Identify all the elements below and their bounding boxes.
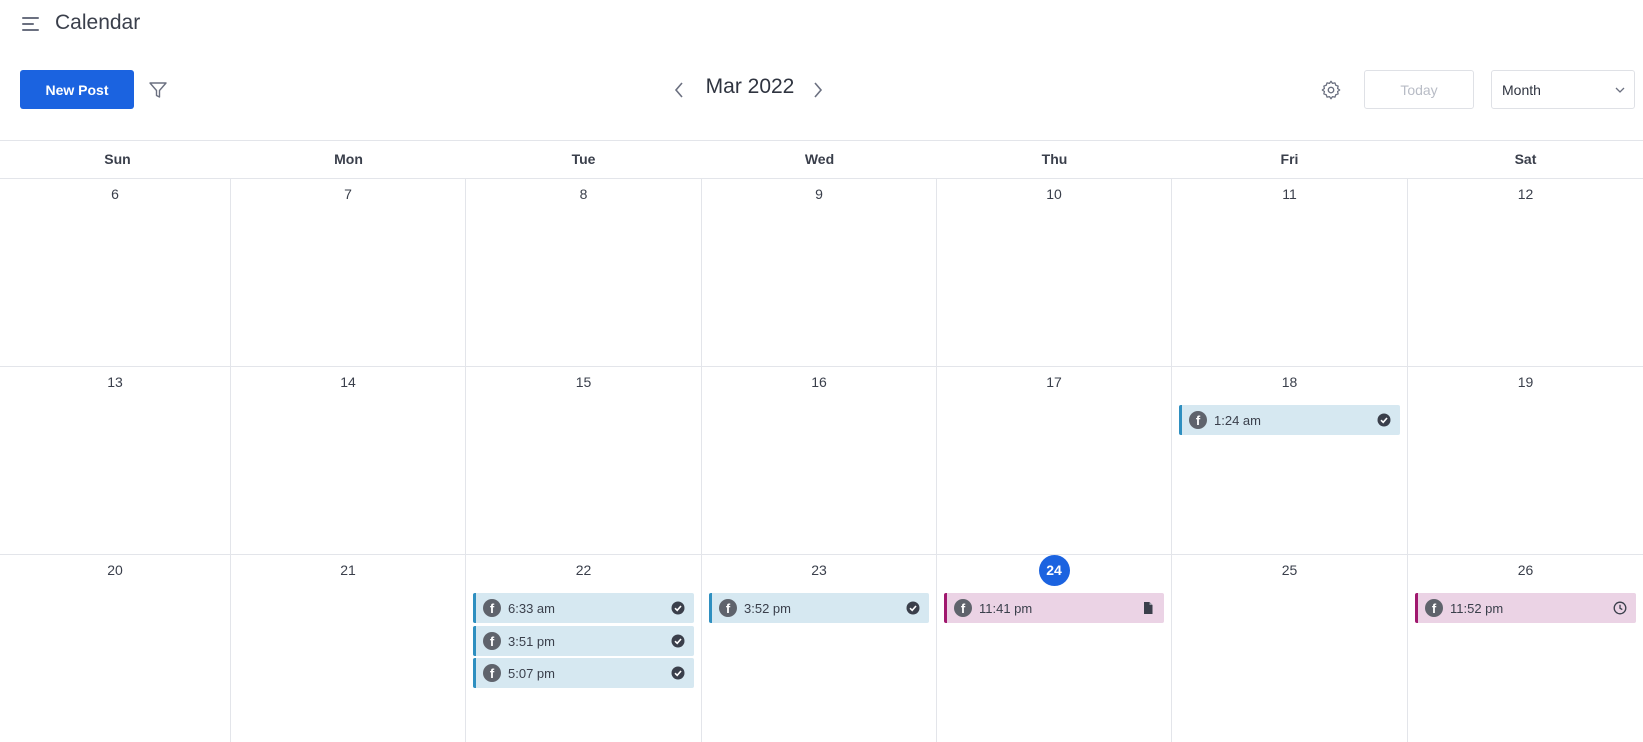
facebook-icon: f bbox=[483, 599, 501, 617]
day-cell[interactable]: 10 bbox=[937, 179, 1172, 366]
post-event[interactable]: f 6:33 am bbox=[473, 593, 694, 623]
today-badge: 24 bbox=[1038, 555, 1070, 586]
menu-icon[interactable] bbox=[22, 16, 40, 32]
weekday-label: Thu bbox=[1041, 151, 1068, 167]
post-event[interactable]: f 3:51 pm bbox=[473, 625, 694, 656]
published-check-icon bbox=[671, 666, 685, 680]
day-cell[interactable]: 15 bbox=[466, 367, 702, 554]
day-number: 11 bbox=[1282, 186, 1297, 202]
day-cell[interactable]: 18 f 1:24 am bbox=[1172, 367, 1408, 554]
post-time: 6:33 am bbox=[508, 601, 555, 616]
post-time: 3:52 pm bbox=[744, 601, 791, 616]
day-number: 22 bbox=[575, 562, 592, 578]
day-cell[interactable]: 22 f 6:33 am f 3:51 pm f 5:07 pm bbox=[466, 555, 702, 742]
day-number: 7 bbox=[344, 186, 352, 202]
day-number: 6 bbox=[111, 186, 119, 202]
day-number: 15 bbox=[575, 374, 592, 390]
day-cell[interactable]: 17 bbox=[937, 367, 1172, 554]
day-number: 21 bbox=[340, 562, 356, 578]
post-event[interactable]: f 3:52 pm bbox=[709, 593, 929, 623]
post-event[interactable]: f 5:07 pm bbox=[473, 658, 694, 688]
post-time: 1:24 am bbox=[1214, 413, 1261, 428]
weekday-label: Fri bbox=[1280, 151, 1299, 167]
day-number: 20 bbox=[107, 562, 123, 578]
day-cell[interactable]: 14 bbox=[231, 367, 466, 554]
weekday-label: Mon bbox=[334, 151, 363, 167]
published-check-icon bbox=[1377, 413, 1391, 427]
day-number: 12 bbox=[1517, 186, 1534, 202]
day-cell[interactable]: 9 bbox=[702, 179, 937, 366]
post-time: 11:52 pm bbox=[1450, 601, 1504, 616]
day-cell[interactable]: 19 bbox=[1408, 367, 1643, 554]
day-cell[interactable]: 13 bbox=[0, 367, 231, 554]
day-number: 23 bbox=[811, 562, 827, 578]
weekday-label: Sun bbox=[104, 151, 131, 167]
post-time: 5:07 pm bbox=[508, 666, 555, 681]
published-check-icon bbox=[906, 601, 920, 615]
week-row: 20 21 22 f 6:33 am f 3:51 pm f 5:07 pm 23 f 3:52… bbox=[0, 555, 1643, 742]
facebook-icon: f bbox=[483, 631, 501, 650]
view-select-value: Month bbox=[1502, 82, 1541, 98]
weekday-label: Wed bbox=[804, 151, 835, 167]
view-select[interactable]: Month bbox=[1491, 70, 1635, 109]
next-month-icon[interactable] bbox=[810, 80, 826, 100]
day-cell[interactable]: 24 f 11:41 pm bbox=[937, 555, 1172, 742]
post-time: 11:41 pm bbox=[979, 601, 1033, 616]
day-cell[interactable]: 25 bbox=[1172, 555, 1408, 742]
day-number: 10 bbox=[1046, 186, 1062, 202]
facebook-icon: f bbox=[483, 664, 501, 682]
current-month-label: Mar 2022 bbox=[705, 75, 795, 98]
facebook-icon: f bbox=[1425, 599, 1443, 617]
scheduled-clock-icon bbox=[1613, 601, 1627, 615]
chevron-down-icon bbox=[1615, 87, 1625, 93]
day-number: 13 bbox=[107, 374, 123, 390]
filter-icon[interactable] bbox=[148, 80, 168, 100]
draft-document-icon bbox=[1141, 601, 1155, 615]
day-number: 17 bbox=[1046, 374, 1062, 390]
day-cell[interactable]: 6 bbox=[0, 179, 231, 366]
published-check-icon bbox=[671, 601, 685, 615]
post-event[interactable]: f 11:41 pm bbox=[944, 593, 1164, 623]
post-event[interactable]: f 11:52 pm bbox=[1415, 593, 1636, 623]
post-time: 3:51 pm bbox=[508, 633, 555, 649]
day-cell[interactable]: 7 bbox=[231, 179, 466, 366]
page-title: Calendar bbox=[55, 11, 141, 34]
new-post-button[interactable]: New Post bbox=[20, 70, 134, 109]
day-cell[interactable]: 21 bbox=[231, 555, 466, 742]
published-check-icon bbox=[671, 634, 685, 648]
day-cell[interactable]: 26 f 11:52 pm bbox=[1408, 555, 1643, 742]
gear-icon[interactable] bbox=[1320, 79, 1342, 101]
day-cell[interactable]: 16 bbox=[702, 367, 937, 554]
day-number: 18 bbox=[1281, 374, 1298, 390]
weekday-label: Sat bbox=[1514, 151, 1537, 167]
day-cell[interactable]: 11 bbox=[1172, 179, 1408, 366]
weekday-header: Sun Mon Tue Wed Thu Fri Sat bbox=[0, 141, 1643, 179]
facebook-icon: f bbox=[1189, 411, 1207, 429]
day-number: 8 bbox=[579, 186, 588, 202]
facebook-icon: f bbox=[719, 599, 737, 617]
month-grid: Sun Mon Tue Wed Thu Fri Sat 6 7 8 9 10 1… bbox=[0, 140, 1643, 742]
day-number: 25 bbox=[1281, 562, 1298, 578]
day-number: 9 bbox=[815, 186, 823, 202]
today-button[interactable]: Today bbox=[1364, 70, 1474, 109]
previous-month-icon[interactable] bbox=[671, 80, 687, 100]
day-cell[interactable]: 12 bbox=[1408, 179, 1643, 366]
day-number: 19 bbox=[1517, 374, 1534, 390]
week-row: 6 7 8 9 10 11 12 bbox=[0, 179, 1643, 367]
weekday-label: Tue bbox=[571, 151, 596, 167]
today-day-number: 24 bbox=[937, 555, 1171, 586]
day-number: 16 bbox=[811, 374, 827, 390]
toolbar: New Post Mar 2022 Today Month bbox=[0, 68, 1643, 110]
facebook-icon: f bbox=[954, 599, 972, 617]
day-number: 14 bbox=[340, 374, 356, 390]
post-event[interactable]: f 1:24 am bbox=[1179, 405, 1400, 435]
day-cell[interactable]: 23 f 3:52 pm bbox=[702, 555, 937, 742]
top-bar: Calendar bbox=[0, 0, 1643, 50]
week-row: 13 14 15 16 17 18 f 1:24 am 19 bbox=[0, 367, 1643, 555]
day-number: 26 bbox=[1517, 562, 1534, 578]
day-cell[interactable]: 20 bbox=[0, 555, 231, 742]
day-cell[interactable]: 8 bbox=[466, 179, 702, 366]
